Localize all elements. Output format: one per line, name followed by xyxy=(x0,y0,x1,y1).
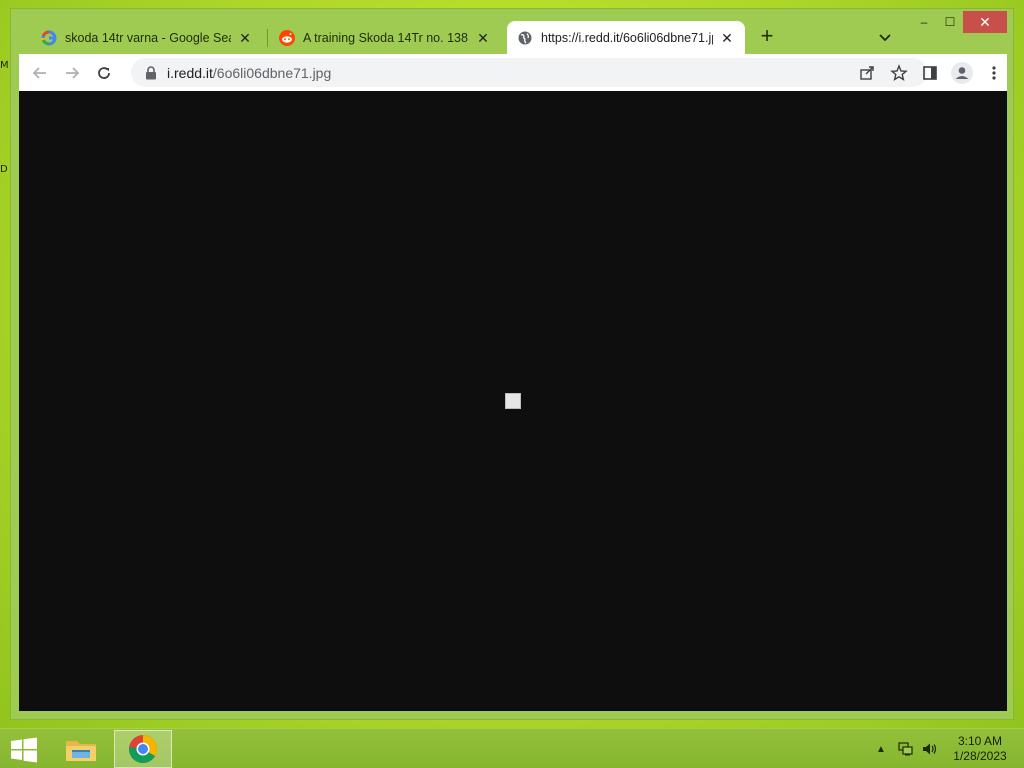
reddit-icon xyxy=(279,29,295,46)
bookmark-star-icon[interactable] xyxy=(889,63,909,83)
google-icon xyxy=(41,29,57,46)
tab-reddit-post[interactable]: A training Skoda 14Tr no. 138 in ✕ xyxy=(269,21,501,54)
kebab-menu-icon xyxy=(992,66,996,80)
close-window-button[interactable]: ✕ xyxy=(963,11,1007,33)
back-button[interactable] xyxy=(27,60,53,86)
share-icon[interactable] xyxy=(857,63,877,83)
tab-title: A training Skoda 14Tr no. 138 in xyxy=(303,30,469,45)
clock-time: 3:10 AM xyxy=(957,734,1003,748)
page-viewport xyxy=(19,91,1007,711)
browser-window: skoda 14tr varna - Google Search ✕ A tra… xyxy=(10,8,1014,720)
forward-button[interactable] xyxy=(59,60,85,86)
url-path: /6o6li06dbne71.jpg xyxy=(212,64,332,81)
tab-separator xyxy=(267,29,268,47)
system-clock[interactable]: 3:10 AM 1/28/2023 xyxy=(944,734,1016,764)
new-tab-button[interactable]: + xyxy=(755,25,779,49)
start-button[interactable] xyxy=(10,737,38,763)
tab-search-chevron-icon[interactable] xyxy=(875,27,895,47)
broken-image-icon xyxy=(505,393,521,409)
show-hidden-icons-button[interactable]: ▲ xyxy=(874,739,888,759)
file-explorer-icon xyxy=(66,741,96,761)
back-arrow-icon xyxy=(32,67,46,79)
tab-close-icon[interactable]: ✕ xyxy=(719,30,735,46)
volume-icon[interactable] xyxy=(920,739,940,759)
taskbar-file-explorer[interactable] xyxy=(52,730,110,768)
tab-google-search[interactable]: skoda 14tr varna - Google Search ✕ xyxy=(31,21,263,54)
lock-icon[interactable] xyxy=(145,65,159,80)
clock-date: 1/28/2023 xyxy=(953,749,1007,763)
side-panel-icon xyxy=(923,66,937,80)
tab-title: skoda 14tr varna - Google Search xyxy=(65,30,231,45)
maximize-button[interactable]: ☐ xyxy=(935,11,965,33)
tab-close-icon[interactable]: ✕ xyxy=(475,30,491,46)
side-panel-button[interactable] xyxy=(917,60,943,86)
taskbar: ▲ 3:10 AM 1/28/2023 xyxy=(0,728,1024,768)
reload-icon xyxy=(98,67,110,79)
address-bar[interactable]: i.redd.it/6o6li06dbne71.jpg xyxy=(131,58,927,87)
globe-icon xyxy=(517,30,533,46)
windows-logo-icon xyxy=(11,737,37,763)
tab-title: https://i.redd.it/6o6li06dbne71.jp xyxy=(541,30,713,45)
tab-image-url[interactable]: https://i.redd.it/6o6li06dbne71.jp ✕ xyxy=(507,21,745,54)
chrome-menu-button[interactable] xyxy=(981,60,1007,86)
chrome-icon xyxy=(129,735,157,763)
browser-toolbar: i.redd.it/6o6li06dbne71.jpg xyxy=(19,54,1007,91)
taskbar-chrome[interactable] xyxy=(114,730,172,768)
profile-avatar-icon xyxy=(951,62,973,84)
reload-button[interactable] xyxy=(91,60,117,86)
network-icon[interactable] xyxy=(896,739,916,759)
tab-strip: skoda 14tr varna - Google Search ✕ A tra… xyxy=(11,9,1013,54)
tab-close-icon[interactable]: ✕ xyxy=(237,30,253,46)
forward-arrow-icon xyxy=(66,67,80,79)
profile-button[interactable] xyxy=(949,60,975,86)
url-host: i.redd.it xyxy=(167,64,213,81)
